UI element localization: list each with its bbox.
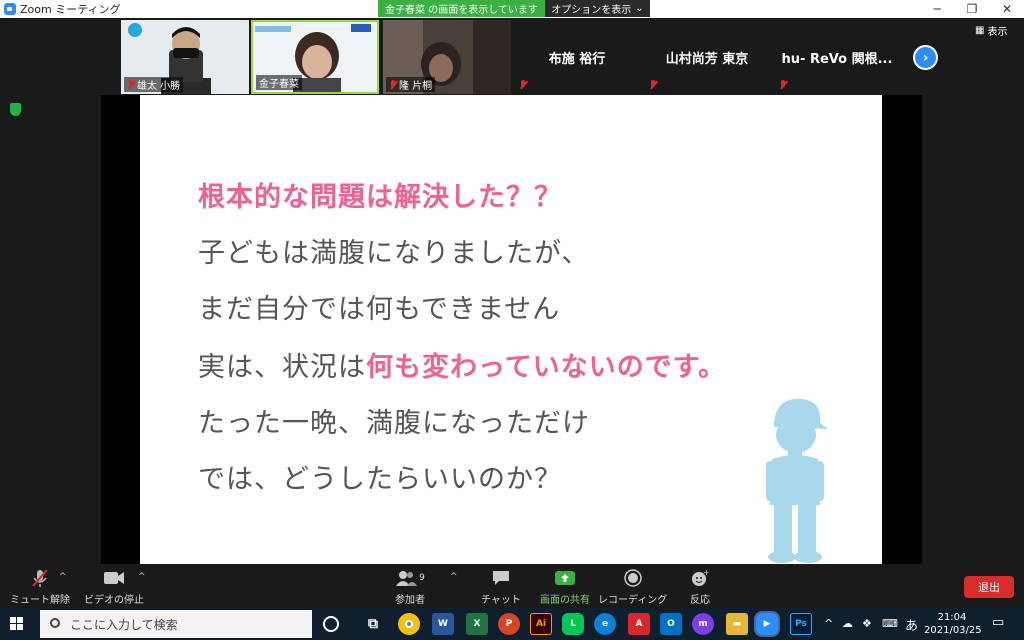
line-icon[interactable]: L bbox=[562, 613, 584, 635]
record-button[interactable]: レコーディング bbox=[598, 568, 667, 606]
slide-text-line: 子どもは満腹になりましたが、 bbox=[198, 238, 590, 269]
illustrator-icon[interactable]: Ai bbox=[530, 613, 552, 635]
clock-date: 2021/03/25 bbox=[924, 625, 982, 636]
excel-icon[interactable]: X bbox=[466, 613, 488, 635]
slide-text-line: まだ自分では何もできません bbox=[198, 294, 561, 325]
chevron-down-icon: ⌄ bbox=[635, 3, 644, 14]
shared-slide: 根本的な問題は解決した？？ 子どもは満腹になりましたが、 まだ自分では何もできま… bbox=[140, 95, 882, 564]
slide-text-plain: 実は、状況は bbox=[198, 352, 366, 383]
participant-name-tile[interactable]: hu- ReVo 関根... bbox=[773, 20, 901, 94]
mic-muted-icon bbox=[649, 80, 657, 90]
edge-icon[interactable]: e bbox=[594, 613, 616, 635]
leave-meeting-button[interactable]: 退出 bbox=[964, 576, 1014, 598]
search-placeholder: ここに入力して検索 bbox=[70, 617, 178, 632]
participants-button[interactable]: 9 参加者 bbox=[395, 568, 425, 606]
participant-count: 9 bbox=[419, 573, 425, 583]
view-mode-label: 表示 bbox=[987, 27, 1008, 38]
participant-name: 山村尚芳 東京 bbox=[665, 52, 749, 67]
messenger-icon[interactable]: m bbox=[692, 613, 714, 635]
grid-icon: ▦ bbox=[975, 25, 985, 36]
word-icon[interactable]: W bbox=[432, 613, 454, 635]
keyboard-icon[interactable]: ⌨ bbox=[882, 617, 898, 630]
chat-button[interactable]: チャット bbox=[481, 568, 521, 606]
participant-name-tile[interactable]: 山村尚芳 東京 bbox=[643, 20, 771, 94]
mic-muted-icon bbox=[519, 80, 527, 90]
chat-bubble-icon bbox=[492, 571, 509, 585]
outlook-icon[interactable]: O bbox=[660, 613, 682, 635]
participants-options-caret[interactable]: ^ bbox=[450, 572, 458, 582]
taskbar-search-box[interactable]: ここに入力して検索 bbox=[40, 610, 312, 638]
participant-name: 布施 裕行 bbox=[548, 52, 606, 67]
participant-name-tile[interactable]: 布施 裕行 bbox=[513, 20, 641, 94]
slide-text-line: たった一晩、満腹になっただけ bbox=[198, 408, 590, 439]
child-silhouette-illustration bbox=[766, 398, 828, 563]
screen-share-banner: 金子春菜 の画面を表示しています bbox=[378, 0, 545, 17]
slide-text-line: 実は、状況は何も変わっていないのです。 bbox=[198, 345, 726, 384]
record-icon bbox=[623, 569, 642, 587]
file-explorer-icon[interactable]: ▬ bbox=[726, 613, 748, 635]
next-page-button[interactable]: › bbox=[913, 45, 938, 70]
participant-name: hu- ReVo 関根... bbox=[781, 52, 893, 67]
windows-taskbar: ここに入力して検索 ⧉ W X P Ai L e A O m ▬ ▶ Ps ^ … bbox=[0, 608, 1024, 640]
zoom-taskbar-icon[interactable]: ▶ bbox=[754, 611, 780, 637]
participant-video-tile-active-speaker[interactable]: 金子春菜 bbox=[251, 20, 379, 94]
participant-name-label: 隆 片桐 bbox=[386, 77, 436, 92]
meeting-toolbar: ミュート解除 ^ ビデオの停止 ^ 9 参加者 ^ チャット 画面の共有 レコー… bbox=[0, 564, 1024, 608]
stop-video-button[interactable]: ビデオの停止 bbox=[84, 568, 144, 606]
windows-start-icon[interactable] bbox=[10, 617, 24, 631]
view-options-button[interactable]: オプションを表示 ⌄ bbox=[545, 0, 650, 17]
participant-video-tile[interactable]: 隆 片桐 bbox=[383, 20, 511, 94]
close-icon[interactable]: ✕ bbox=[990, 0, 1024, 18]
ime-indicator[interactable]: あ bbox=[905, 615, 918, 634]
share-screen-icon bbox=[555, 571, 575, 585]
security-shield-icon[interactable] bbox=[10, 103, 21, 116]
acrobat-icon[interactable]: A bbox=[628, 613, 650, 635]
taskbar-clock[interactable]: 21:04 2021/03/25 bbox=[924, 611, 982, 637]
share-screen-button[interactable]: 画面の共有 bbox=[540, 568, 590, 606]
tray-overflow-icon[interactable]: ^ bbox=[824, 617, 833, 630]
video-camera-icon bbox=[104, 572, 124, 584]
zoom-logo-icon bbox=[4, 3, 16, 15]
cortana-icon[interactable] bbox=[323, 616, 339, 632]
participant-name-label: 金子春菜 bbox=[256, 75, 302, 90]
participants-icon bbox=[396, 571, 418, 586]
chrome-icon[interactable] bbox=[398, 613, 420, 635]
search-icon bbox=[50, 618, 60, 628]
onedrive-icon[interactable]: ☁ bbox=[842, 617, 853, 630]
window-title: Zoom ミーティング bbox=[20, 3, 121, 16]
view-mode-button[interactable]: ▦ 表示 bbox=[975, 23, 1007, 38]
notifications-icon[interactable]: ▭ bbox=[992, 615, 1004, 630]
smiley-plus-icon: + bbox=[692, 569, 709, 586]
slide-text-line: では、どうしたらいいのか？ bbox=[198, 464, 562, 495]
powerpoint-icon[interactable]: P bbox=[498, 613, 520, 635]
mic-muted-icon bbox=[127, 79, 135, 90]
audio-options-caret[interactable]: ^ bbox=[59, 572, 67, 582]
clock-time: 21:04 bbox=[937, 612, 967, 623]
reactions-button[interactable]: + 反応 bbox=[690, 568, 710, 606]
dropbox-icon[interactable]: ❖ bbox=[862, 617, 872, 630]
participant-name-label: 雄太 小勝 bbox=[124, 77, 184, 92]
restore-icon[interactable]: ❐ bbox=[955, 0, 989, 18]
video-options-caret[interactable]: ^ bbox=[138, 572, 146, 582]
svg-text:+: + bbox=[703, 569, 709, 577]
participant-video-tile[interactable]: 雄太 小勝 bbox=[121, 20, 249, 94]
mic-muted-icon bbox=[32, 569, 48, 587]
view-options-label: オプションを表示 bbox=[551, 5, 632, 16]
photoshop-icon[interactable]: Ps bbox=[790, 613, 812, 635]
slide-heading: 根本的な問題は解決した？？ bbox=[198, 182, 562, 213]
slide-text-emphasis: 何も変わっていないのです。 bbox=[366, 352, 726, 383]
chevron-right-icon: › bbox=[922, 49, 929, 66]
task-view-icon[interactable]: ⧉ bbox=[362, 613, 384, 635]
minimize-icon[interactable]: ─ bbox=[920, 0, 954, 18]
mic-muted-icon bbox=[389, 79, 397, 90]
mic-muted-icon bbox=[779, 80, 787, 90]
